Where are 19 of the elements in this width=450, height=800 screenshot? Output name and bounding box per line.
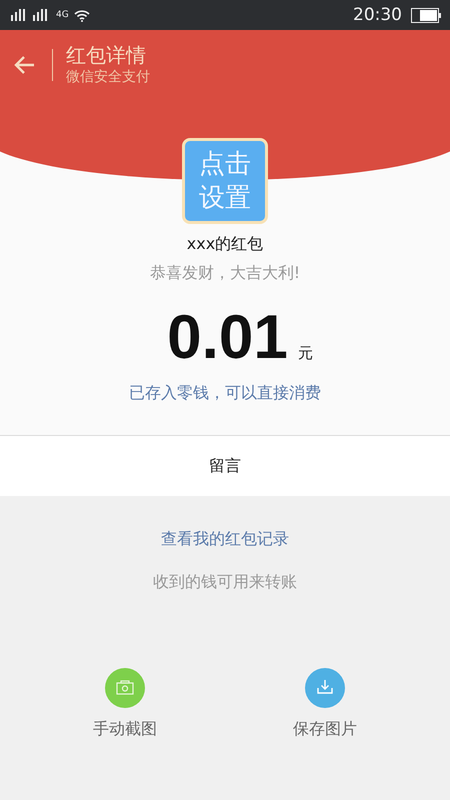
action-label: 手动截图: [93, 719, 157, 740]
balance-note: 已存入零钱，可以直接消费: [129, 383, 321, 404]
amount-unit: 元: [298, 344, 313, 363]
amount-value: 0.01: [167, 302, 288, 373]
sender-name: xxx的红包: [186, 234, 264, 255]
records-link[interactable]: 查看我的红包记录: [161, 529, 289, 550]
battery-icon: [411, 8, 441, 22]
action-label: 保存图片: [293, 719, 357, 740]
page-subtitle: 微信安全支付: [66, 68, 150, 87]
greeting-text: 恭喜发财，大吉大利!: [150, 263, 300, 284]
message-button[interactable]: 留言: [0, 435, 450, 496]
hint-text: 收到的钱可用来转账: [153, 572, 297, 593]
camera-icon[interactable]: [105, 668, 145, 708]
wifi-icon: [74, 8, 90, 22]
avatar-button[interactable]: 点击设置: [182, 138, 268, 224]
network-label: 4G: [56, 10, 69, 20]
clock: 20:30: [353, 5, 402, 25]
page-title: 红包详情: [66, 43, 147, 67]
download-icon[interactable]: [305, 668, 345, 708]
